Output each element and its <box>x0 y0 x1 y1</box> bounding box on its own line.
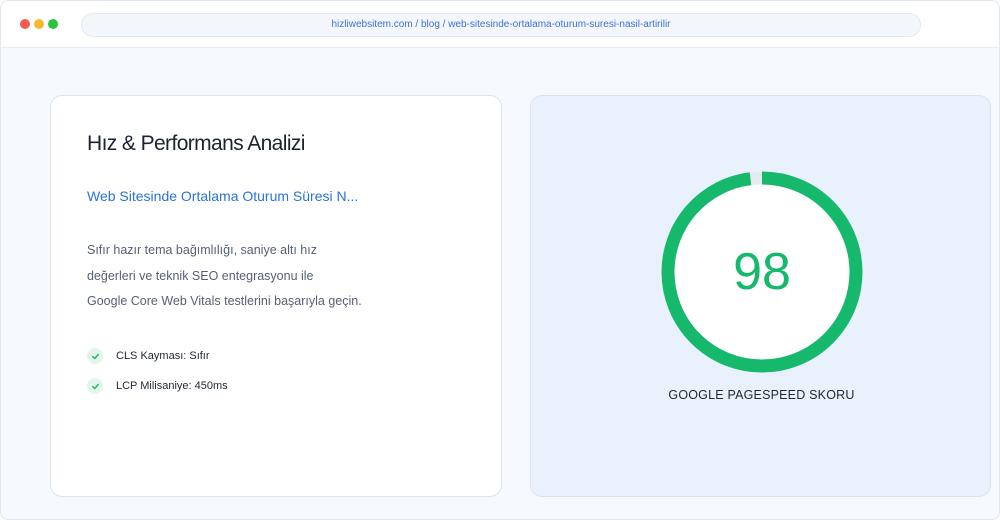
pagespeed-score-card: 98 GOOGLE PAGESPEED SKORU <box>530 95 991 497</box>
check-item-lcp: LCP Milisaniye: 450ms <box>87 377 228 395</box>
description-line: Sıfır hazır tema bağımlılığı, saniye alt… <box>87 243 317 257</box>
address-bar[interactable]: hizliwebsitem.com / blog / web-sitesinde… <box>81 13 921 37</box>
description-line: Google Core Web Vitals testlerini başarı… <box>87 294 362 308</box>
score-label: GOOGLE PAGESPEED SKORU <box>668 388 855 402</box>
check-item-cls: CLS Kayması: Sıfır <box>87 347 210 365</box>
blog-post-link[interactable]: Web Sitesinde Ortalama Oturum Süresi N..… <box>87 188 358 204</box>
check-icon <box>87 348 103 364</box>
card-title: Hız & Performans Analizi <box>87 132 305 155</box>
check-label: CLS Kayması: Sıfır <box>116 350 210 362</box>
performance-analysis-card: Hız & Performans Analizi Web Sitesinde O… <box>50 95 502 497</box>
browser-window: hizliwebsitem.com / blog / web-sitesinde… <box>0 0 1000 520</box>
check-label: LCP Milisaniye: 450ms <box>116 380 228 392</box>
description-line: değerleri ve teknik SEO entegrasyonu ile <box>87 268 314 283</box>
check-icon <box>87 378 103 394</box>
browser-titlebar: hizliwebsitem.com / blog / web-sitesinde… <box>1 1 999 48</box>
description: Sıfır hazır tema bağımlılığı, saniye alt… <box>87 238 417 315</box>
close-window-dot[interactable] <box>20 19 30 29</box>
minimize-window-dot[interactable] <box>34 19 44 29</box>
score-gauge: 98 <box>661 171 863 373</box>
maximize-window-dot[interactable] <box>48 19 58 29</box>
score-value: 98 <box>733 243 791 301</box>
